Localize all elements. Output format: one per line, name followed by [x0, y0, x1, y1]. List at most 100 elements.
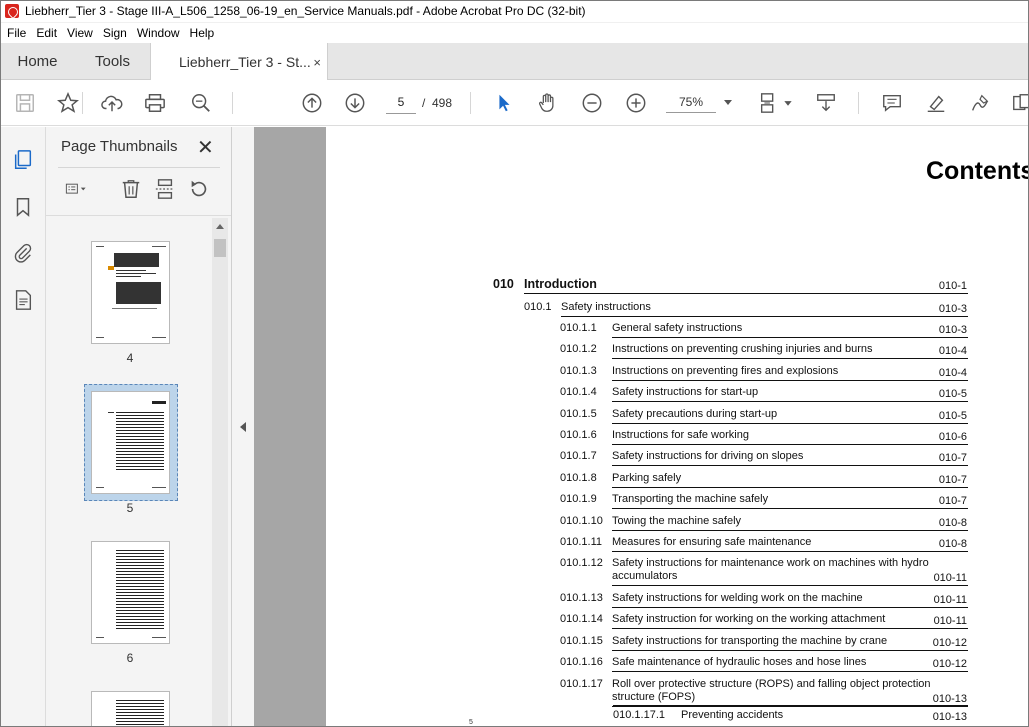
- toc-entry-page: 010-6: [938, 431, 967, 443]
- toc-entry-number: 010.1.16: [560, 656, 603, 669]
- star-icon[interactable]: [56, 91, 80, 115]
- page-thumbnails-icon[interactable]: [11, 148, 35, 172]
- menu-file[interactable]: File: [2, 26, 31, 40]
- toc-entry-number: 010.1.17: [560, 677, 603, 690]
- save-icon[interactable]: [13, 91, 37, 115]
- toc-section-title: Introduction: [524, 277, 597, 291]
- menu-view[interactable]: View: [62, 26, 98, 40]
- fit-page-icon[interactable]: [757, 91, 781, 115]
- scroll-up-icon[interactable]: [216, 224, 224, 229]
- tab-document[interactable]: Liebherr_Tier 3 - St... ×: [150, 43, 328, 81]
- scrollbar-thumb[interactable]: [214, 239, 226, 257]
- toc-underline: [612, 337, 968, 338]
- menu-edit[interactable]: Edit: [31, 26, 62, 40]
- toc-entry-page: 010-12: [932, 636, 967, 649]
- select-cursor-icon[interactable]: [492, 91, 516, 115]
- tab-home[interactable]: Home: [0, 43, 75, 80]
- toc-entry-page: 010-8: [938, 516, 967, 529]
- toc-entry-number: 010.1.8: [560, 471, 597, 484]
- toc-underline: [561, 316, 968, 317]
- toc-underline: [612, 551, 968, 552]
- zoom-value: 75%: [666, 92, 716, 113]
- toolbar: [0, 80, 1029, 126]
- fit-page-dropdown-icon[interactable]: [783, 91, 793, 115]
- tab-document-label: Liebherr_Tier 3 - St...: [179, 54, 311, 70]
- menu-window[interactable]: Window: [132, 26, 185, 40]
- toc-entry-page: 010-11: [933, 593, 967, 606]
- highlight-icon[interactable]: [924, 91, 948, 115]
- menu-bar: File Edit View Sign Window Help: [0, 23, 1029, 43]
- page-thumbnail-5[interactable]: [91, 391, 170, 494]
- sign-icon[interactable]: [968, 91, 992, 115]
- zoom-out-icon[interactable]: [580, 91, 604, 115]
- scroll-mode-icon[interactable]: [814, 91, 838, 115]
- thumbnail-options-icon[interactable]: [60, 178, 92, 200]
- page-thumbnail-6[interactable]: [91, 541, 170, 644]
- toc-entry-page: 010-7: [938, 452, 967, 465]
- toc-underline: [612, 529, 968, 531]
- upload-icon[interactable]: [100, 91, 124, 115]
- more-tools-icon[interactable]: [1010, 91, 1029, 115]
- page-thumbnail-7[interactable]: [91, 691, 170, 727]
- toc-underline: [612, 585, 968, 587]
- bookmark-icon[interactable]: [11, 195, 35, 219]
- toc-underline: [612, 671, 968, 673]
- toc-sub-entry-page: 010-13: [932, 711, 967, 723]
- zoom-select[interactable]: 75%: [666, 90, 738, 114]
- thumbnail-label-5: 5: [126, 501, 134, 515]
- toc-underline: [612, 379, 968, 381]
- toc-entry-title: Instructions on preventing crushing inju…: [612, 343, 873, 356]
- toc-entry-title: Instructions on preventing fires and exp…: [612, 364, 839, 377]
- toc-entry-page: 010-13: [932, 692, 967, 705]
- hand-icon[interactable]: [535, 91, 559, 115]
- menu-help[interactable]: Help: [185, 26, 220, 40]
- toc-entry-number: 010.1.15: [560, 634, 603, 647]
- toc-underline: [524, 293, 968, 294]
- toc-entry-number: 010.1.11: [560, 536, 603, 548]
- page-thumbnail-4[interactable]: [91, 241, 170, 344]
- toc-entry-number: 010.1.13: [560, 591, 603, 604]
- attachment-icon[interactable]: [11, 241, 35, 265]
- toc-entry-page: 010-7: [938, 473, 967, 486]
- left-rail: [0, 127, 46, 727]
- toc-entry-page: 010-3: [938, 324, 967, 336]
- thumbnails-scrollbar[interactable]: [212, 218, 228, 727]
- next-page-icon[interactable]: [343, 91, 367, 115]
- toolbar-divider: [82, 92, 83, 114]
- extract-page-icon[interactable]: [153, 178, 177, 200]
- toc-underline: [612, 401, 968, 403]
- toc-entry-number: 010.1.10: [560, 514, 603, 527]
- prev-page-icon[interactable]: [300, 91, 324, 115]
- menu-sign[interactable]: Sign: [98, 26, 132, 40]
- collapse-panel-strip[interactable]: [232, 127, 254, 727]
- toc-entry-title: Towing the machine safely: [612, 514, 742, 527]
- tab-tools[interactable]: Tools: [75, 43, 150, 80]
- rotate-page-icon[interactable]: [187, 178, 211, 200]
- toc-section-page: 010-1: [938, 280, 967, 292]
- acrobat-logo-icon: [5, 4, 19, 18]
- document-viewer[interactable]: Contents 010 Introduction 010-1 010.1 Sa…: [254, 127, 1029, 727]
- comment-icon[interactable]: [880, 91, 904, 115]
- toc-entry-title: Safety precautions during start-up: [612, 407, 778, 420]
- zoom-in-icon[interactable]: [624, 91, 648, 115]
- content-icon[interactable]: [11, 288, 35, 312]
- thumbnail-label-6: 6: [126, 651, 134, 665]
- toc-subsection-page: 010-3: [938, 303, 967, 315]
- page-separator: /: [422, 96, 426, 110]
- close-panel-icon[interactable]: ✕: [197, 135, 214, 160]
- toc-entry-number: 010.1.12: [560, 557, 603, 570]
- toc-entry-number: 010.1.6: [560, 429, 597, 441]
- collapse-arrow-icon[interactable]: [240, 422, 246, 432]
- zoom-search-icon[interactable]: [189, 91, 213, 115]
- print-icon[interactable]: [143, 91, 167, 115]
- tab-bar: Home Tools Liebherr_Tier 3 - St... ×: [0, 43, 1029, 81]
- title-bar: Liebherr_Tier 3 - Stage III-A_L506_1258_…: [0, 0, 1029, 23]
- toc-entry-title: Safety instruction for working on the wo…: [612, 613, 886, 626]
- toc-entry-page: 010-12: [932, 658, 967, 671]
- page-number-input[interactable]: [386, 90, 416, 114]
- delete-page-icon[interactable]: [119, 178, 143, 200]
- pdf-page: Contents 010 Introduction 010-1 010.1 Sa…: [326, 127, 1029, 727]
- panel-divider: [46, 215, 231, 216]
- toc-entry-page: 010-4: [938, 366, 967, 379]
- close-tab-icon[interactable]: ×: [313, 55, 321, 70]
